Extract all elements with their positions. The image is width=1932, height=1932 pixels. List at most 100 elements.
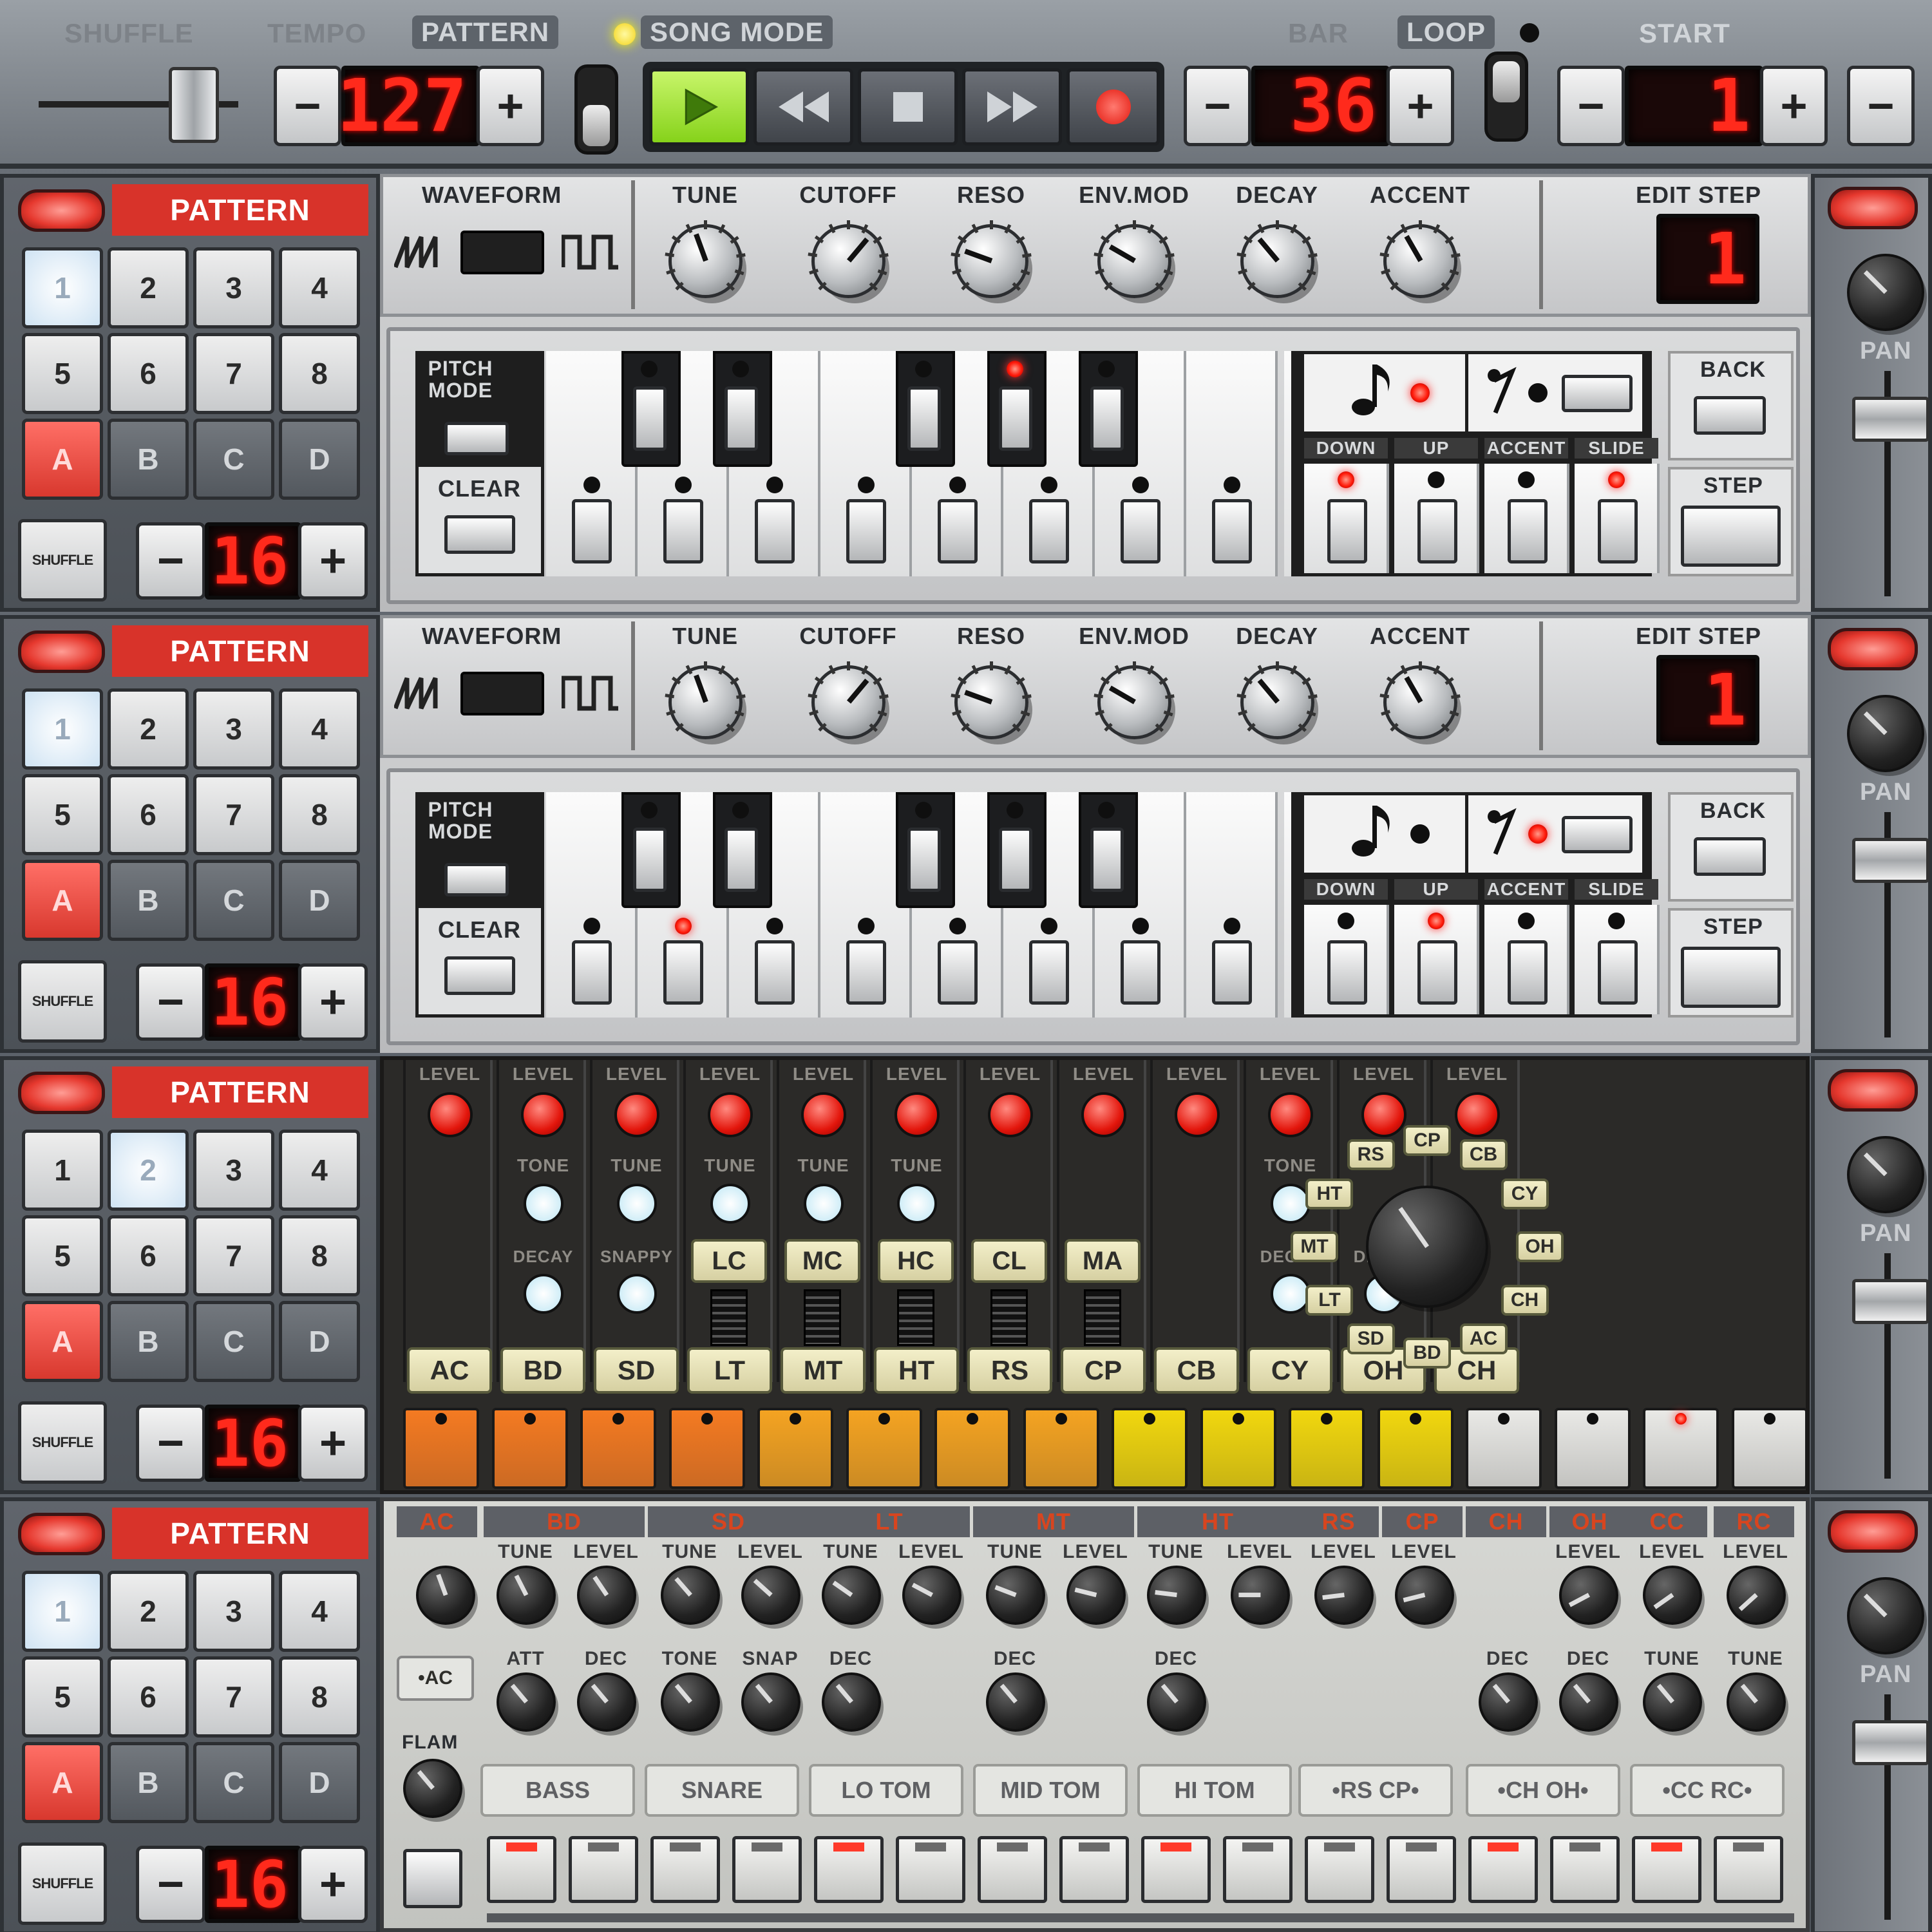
- tempo-increase-button[interactable]: +: [477, 66, 544, 146]
- pattern-pad-4[interactable]: 4: [279, 1571, 360, 1652]
- pattern-pad-3[interactable]: 3: [193, 247, 274, 328]
- start-decrease-button[interactable]: −: [1557, 66, 1625, 146]
- pattern-pad-D[interactable]: D: [279, 1301, 360, 1382]
- pattern-pad-1[interactable]: 1: [22, 1130, 103, 1211]
- dec-knob[interactable]: [1479, 1672, 1538, 1732]
- pattern-pad-B[interactable]: B: [108, 1301, 189, 1382]
- pattern-pad-C[interactable]: C: [193, 1301, 274, 1382]
- mute-led[interactable]: [1828, 1510, 1918, 1553]
- inst-button-8[interactable]: •CC RC•: [1630, 1764, 1785, 1817]
- mute-led[interactable]: [1828, 1069, 1918, 1112]
- pattern-pad-C[interactable]: C: [193, 419, 274, 500]
- pattern-pad-6[interactable]: 6: [108, 1656, 189, 1738]
- level-knob[interactable]: [1455, 1092, 1500, 1137]
- level-knob[interactable]: [902, 1566, 961, 1625]
- pattern-pad-C[interactable]: C: [193, 1742, 274, 1823]
- tune-knob[interactable]: [497, 1566, 556, 1625]
- shuffle-button[interactable]: SHUFFLE: [18, 1842, 107, 1925]
- tom-select-ma[interactable]: MA: [1065, 1239, 1141, 1283]
- pattern-pad-2[interactable]: 2: [108, 1571, 189, 1652]
- selector-bd[interactable]: BD: [1403, 1338, 1451, 1368]
- fast-forward-button[interactable]: [962, 68, 1062, 146]
- level-knob[interactable]: [1395, 1566, 1454, 1625]
- tom-switch[interactable]: [710, 1289, 748, 1346]
- selector-oh[interactable]: OH: [1516, 1231, 1564, 1262]
- level-knob[interactable]: [1268, 1092, 1313, 1137]
- pitch-mode-button[interactable]: [444, 422, 509, 455]
- back-button[interactable]: [1694, 837, 1766, 876]
- pattern-pad-8[interactable]: 8: [279, 774, 360, 855]
- pattern-pad-B[interactable]: B: [108, 419, 189, 500]
- steps-decrease-button[interactable]: −: [136, 963, 205, 1041]
- function-switch[interactable]: [1598, 940, 1638, 1005]
- tone-knob[interactable]: [524, 1184, 564, 1224]
- selector-sd[interactable]: SD: [1347, 1323, 1395, 1354]
- shuffle-button[interactable]: SHUFFLE: [18, 519, 107, 601]
- tone-knob[interactable]: [661, 1672, 720, 1732]
- pattern-led[interactable]: [18, 189, 105, 232]
- white-key-switch[interactable]: [663, 940, 703, 1005]
- tune-knob[interactable]: [710, 1184, 750, 1224]
- level-knob[interactable]: [1643, 1566, 1702, 1625]
- tom-switch[interactable]: [1084, 1289, 1121, 1346]
- instrument-rs[interactable]: RS: [967, 1347, 1052, 1394]
- pattern-pad-6[interactable]: 6: [108, 333, 189, 414]
- tempo-decrease-button[interactable]: −: [274, 66, 341, 146]
- pattern-pad-8[interactable]: 8: [279, 1215, 360, 1296]
- pattern-pad-7[interactable]: 7: [193, 333, 274, 414]
- white-key-switch[interactable]: [1212, 940, 1252, 1005]
- pattern-pad-5[interactable]: 5: [22, 333, 103, 414]
- pattern-pad-8[interactable]: 8: [279, 333, 360, 414]
- back-button[interactable]: [1694, 396, 1766, 435]
- record-button[interactable]: [1066, 68, 1160, 146]
- white-key-switch[interactable]: [846, 499, 886, 564]
- tune-knob[interactable]: [822, 1566, 881, 1625]
- function-switch[interactable]: [1417, 499, 1457, 564]
- bar-increase-button[interactable]: +: [1387, 66, 1454, 146]
- instrument-bd[interactable]: BD: [500, 1347, 585, 1394]
- inst-button-7[interactable]: •CH OH•: [1466, 1764, 1620, 1817]
- decay-knob[interactable]: [1271, 1274, 1311, 1314]
- pattern-pad-A[interactable]: A: [22, 419, 103, 500]
- inst-button-1[interactable]: BASS: [480, 1764, 635, 1817]
- pattern-pad-D[interactable]: D: [279, 1742, 360, 1823]
- instrument-cy[interactable]: CY: [1247, 1347, 1332, 1394]
- tom-select-mc[interactable]: MC: [784, 1239, 860, 1283]
- pattern-pad-2[interactable]: 2: [108, 688, 189, 770]
- step-button[interactable]: [1681, 506, 1781, 567]
- inst-button-6[interactable]: •RS CP•: [1298, 1764, 1453, 1817]
- pattern-pad-C[interactable]: C: [193, 860, 274, 941]
- pattern-led[interactable]: [18, 1072, 105, 1114]
- pattern-pad-4[interactable]: 4: [279, 1130, 360, 1211]
- level-knob[interactable]: [1314, 1566, 1374, 1625]
- volume-fader-handle[interactable]: [1852, 1720, 1929, 1765]
- decay-knob[interactable]: [524, 1274, 564, 1314]
- pattern-pad-6[interactable]: 6: [108, 1215, 189, 1296]
- level-knob[interactable]: [801, 1092, 846, 1137]
- flam-knob[interactable]: [403, 1759, 462, 1818]
- black-key-switch[interactable]: [724, 386, 759, 451]
- pattern-pad-5[interactable]: 5: [22, 1215, 103, 1296]
- black-key-switch[interactable]: [907, 828, 942, 892]
- white-key-switch[interactable]: [572, 499, 612, 564]
- pattern-led[interactable]: [18, 630, 105, 673]
- rest-button[interactable]: [1562, 816, 1633, 853]
- pattern-pad-2[interactable]: 2: [108, 1130, 189, 1211]
- black-key-switch[interactable]: [724, 828, 759, 892]
- inst-button-5[interactable]: HI TOM: [1137, 1764, 1292, 1817]
- rest-button[interactable]: [1562, 375, 1633, 412]
- pitch-mode-button[interactable]: [444, 863, 509, 896]
- instrument-cb[interactable]: CB: [1154, 1347, 1239, 1394]
- function-switch[interactable]: [1417, 940, 1457, 1005]
- tom-switch[interactable]: [804, 1289, 841, 1346]
- instrument-sd[interactable]: SD: [594, 1347, 679, 1394]
- white-key-switch[interactable]: [1029, 940, 1069, 1005]
- white-key-switch[interactable]: [1029, 499, 1069, 564]
- selector-rs[interactable]: RS: [1347, 1139, 1395, 1171]
- accent-button[interactable]: •AC: [397, 1656, 474, 1701]
- level-knob[interactable]: [1559, 1566, 1618, 1625]
- steps-increase-button[interactable]: +: [298, 1846, 368, 1923]
- selector-ac[interactable]: AC: [1459, 1323, 1508, 1354]
- volume-fader-handle[interactable]: [1852, 838, 1929, 883]
- white-key-switch[interactable]: [1212, 499, 1252, 564]
